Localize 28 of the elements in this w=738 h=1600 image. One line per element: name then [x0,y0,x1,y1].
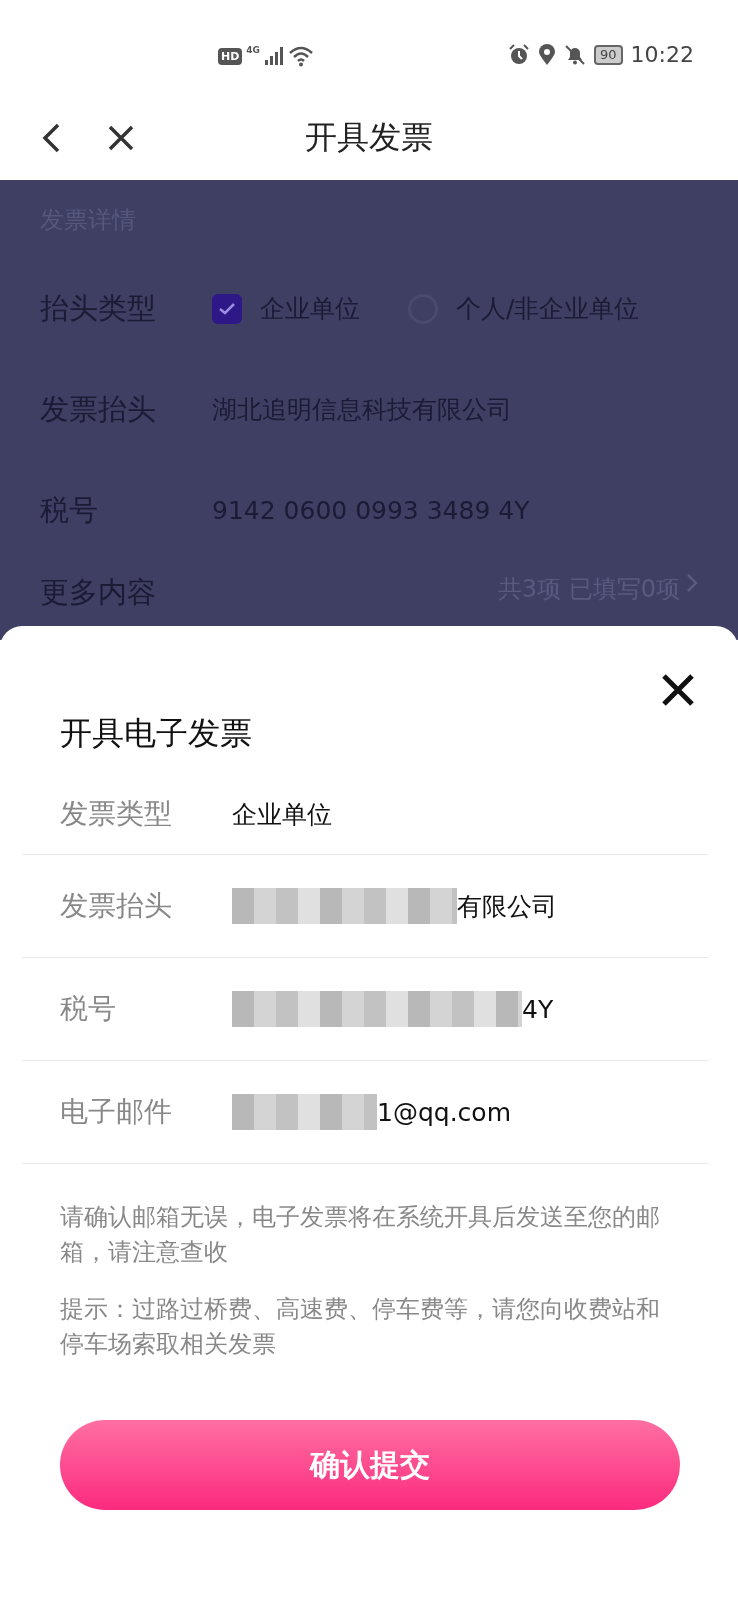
submit-button[interactable]: 确认提交 [60,1420,680,1510]
sheet-title: 开具电子发票 [59,713,253,754]
close-icon[interactable] [107,123,135,152]
battery-indicator: 90 [594,44,623,65]
network-type: 4G [246,45,260,55]
page-title: 开具发票 [305,116,433,158]
alarm-icon [508,43,531,66]
field-label: 发票抬头 [59,888,173,924]
field-value: 4Y [522,994,554,1024]
field-value: 企业单位 [232,798,332,831]
hd-badge: HD [218,47,243,65]
field-label: 电子邮件 [59,1094,173,1130]
field-label: 发票类型 [59,796,173,832]
chevron-right-icon [686,573,698,593]
signal-icon [264,46,284,66]
bell-off-icon [564,43,587,66]
clock-time: 10:22 [630,42,694,67]
field-label: 税号 [59,991,117,1027]
note-text: 请确认邮箱无误，电子发票将在系统开具后发送至您的邮箱，请注意查收 [59,1202,661,1268]
field-value: 有限公司 [457,890,557,923]
note-text: 提示：过路过桥费、高速费、停车费等，请您向收费站和停车场索取相关发票 [59,1294,661,1360]
location-icon [538,43,557,66]
wifi-icon [288,45,314,67]
field-value: 1@qq.com [377,1097,511,1127]
back-icon[interactable] [40,121,62,154]
checkbox[interactable] [212,293,242,324]
check-icon [218,301,236,316]
close-icon[interactable] [660,672,696,708]
